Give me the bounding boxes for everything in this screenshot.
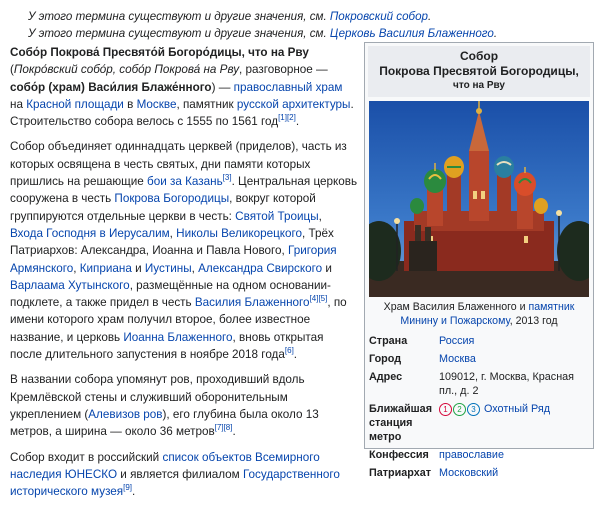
link-moscow-patriarchate[interactable]: Московский <box>439 467 498 479</box>
link-varlaam[interactable]: Варлаама Хутынского <box>10 279 130 292</box>
link-city-moscow[interactable]: Москва <box>439 353 476 365</box>
paragraph-2: Собор объединяет одиннадцать церквей (пр… <box>10 140 358 362</box>
link-okhotny-ryad[interactable]: Охотный Ряд <box>484 403 550 415</box>
infobox-row-country: Страна Россия <box>369 335 475 347</box>
link-alexander-svirsky[interactable]: Александра Свирского <box>198 262 322 275</box>
ref-3[interactable]: [3] <box>223 173 232 182</box>
infobox-row-patriarchate: Патриархат Московский <box>369 467 499 479</box>
link-vasily[interactable]: Василия Блаженного <box>195 296 310 309</box>
metro-line-3-icon[interactable]: 3 <box>467 402 480 416</box>
photo-caption: Храм Василия Блаженного и памятник Минин… <box>383 301 575 327</box>
link-orthodoxy[interactable]: православие <box>439 449 504 461</box>
cathedral-photo[interactable] <box>369 101 589 297</box>
paragraph-4: Собор входит в российский список объекто… <box>10 450 340 499</box>
link-orthodox-church[interactable]: православный храм <box>234 81 343 94</box>
link-cyprian[interactable]: Киприана <box>80 262 132 275</box>
link-russia[interactable]: Россия <box>439 335 474 347</box>
link-alevizov-moat[interactable]: Алевизов ров <box>88 408 162 421</box>
article-body: Собо́р Покрова́ Пресвято́й Богоро́дицы, … <box>10 44 358 508</box>
ref-6[interactable]: [6] <box>285 346 294 355</box>
hatnote-2: У этого термина существуют и другие знач… <box>28 27 498 40</box>
hatnote-1: У этого термина существуют и другие знач… <box>28 10 432 23</box>
link-nikola[interactable]: Николы Великорецкого <box>176 227 302 240</box>
paragraph-1: Собо́р Покрова́ Пресвято́й Богоро́дицы, … <box>10 46 354 129</box>
hatnote-link-vasily-church[interactable]: Церковь Василия Блаженного <box>330 27 494 40</box>
link-russian-architecture[interactable]: русской архитектуры <box>237 98 351 111</box>
paragraph-3: В названии собора упомянут ров, проходив… <box>10 373 319 439</box>
link-trinity[interactable]: Святой Троицы <box>235 210 318 223</box>
metro-line-1-icon[interactable]: 1 <box>439 402 452 416</box>
infobox-title: Собор Покрова Пресвятой Богородицы, что … <box>368 46 590 97</box>
link-justina[interactable]: Иустины <box>145 262 192 275</box>
infobox-row-confession: Конфессия православие <box>369 449 504 461</box>
infobox-row-address: Адрес 109012, г. Москва, Красная пл., д. … <box>369 371 575 397</box>
link-kazan-battles[interactable]: бои за Казань <box>147 175 223 188</box>
link-ioann[interactable]: Иоанна Блаженного <box>123 331 232 344</box>
link-pokrov[interactable]: Покрова Богородицы <box>114 192 229 205</box>
ref-9[interactable]: [9] <box>123 483 132 492</box>
hatnote-link-pokrovsky[interactable]: Покровский собор <box>330 10 428 23</box>
infobox: Собор Покрова Пресвятой Богородицы, что … <box>364 42 594 479</box>
link-red-square[interactable]: Красной площади <box>26 98 124 111</box>
infobox-row-city: Город Москва <box>369 353 476 365</box>
link-entry-jerusalem[interactable]: Входа Господня в Иерусалим <box>10 227 170 240</box>
ref-1-2[interactable]: [1][2] <box>278 113 296 122</box>
infobox-row-metro: Ближайшая станция метро 123 Охотный Ряд <box>369 402 551 443</box>
ref-4-5[interactable]: [4][5] <box>310 294 328 303</box>
metro-line-2-icon[interactable]: 2 <box>453 402 466 416</box>
ref-7-8[interactable]: [7][8] <box>215 423 233 432</box>
link-moscow[interactable]: Москве <box>137 98 177 111</box>
